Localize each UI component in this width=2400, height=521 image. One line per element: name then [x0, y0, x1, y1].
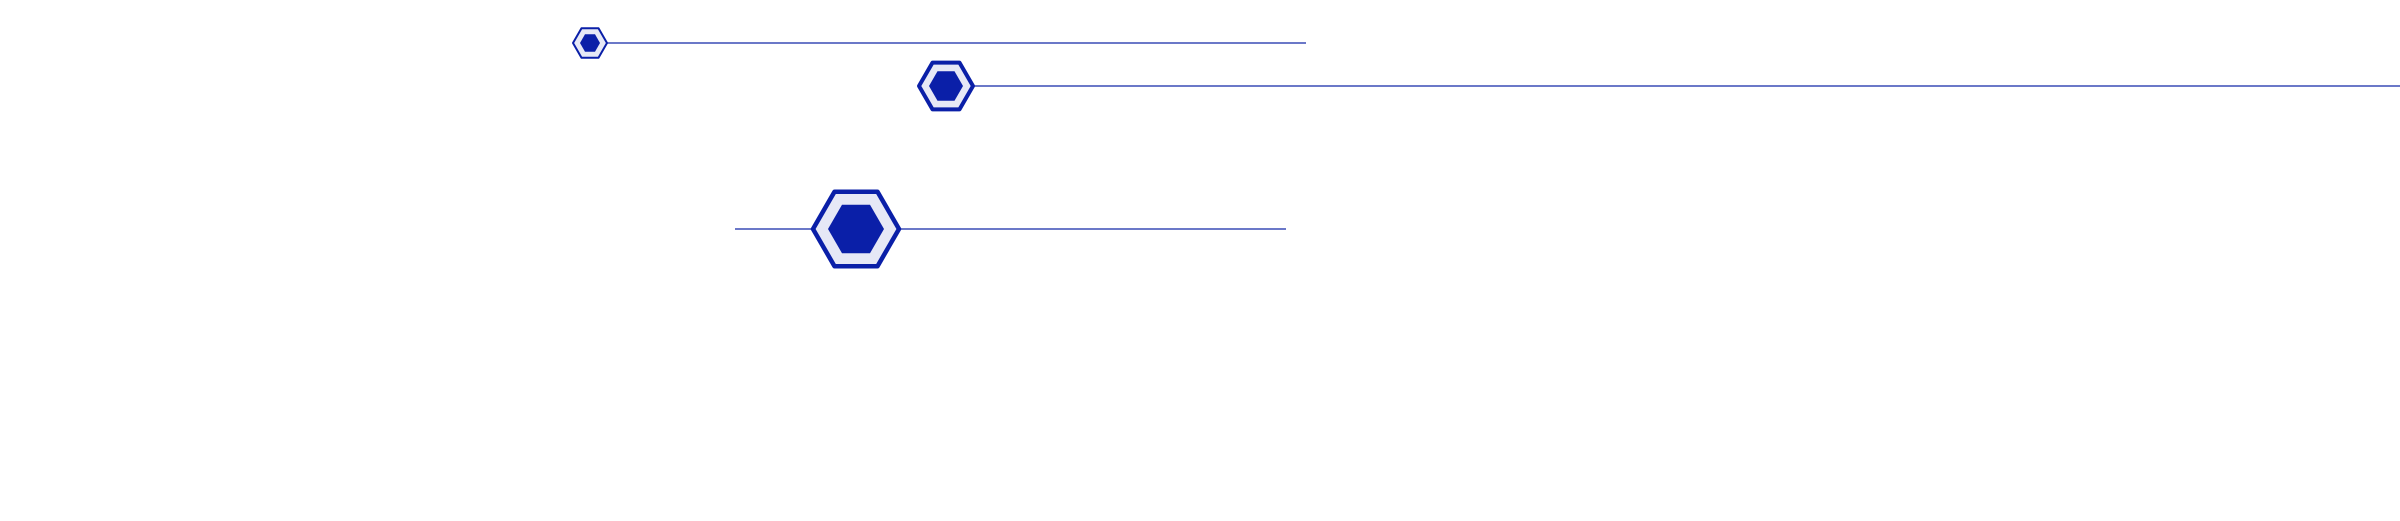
hexagon-marker-large: [810, 189, 902, 269]
hexagon-marker-medium: [917, 60, 975, 112]
hexagon-marker-small: [572, 27, 608, 59]
hexagon-connector-canvas: [0, 0, 2400, 521]
connector-artwork: [572, 27, 2400, 269]
